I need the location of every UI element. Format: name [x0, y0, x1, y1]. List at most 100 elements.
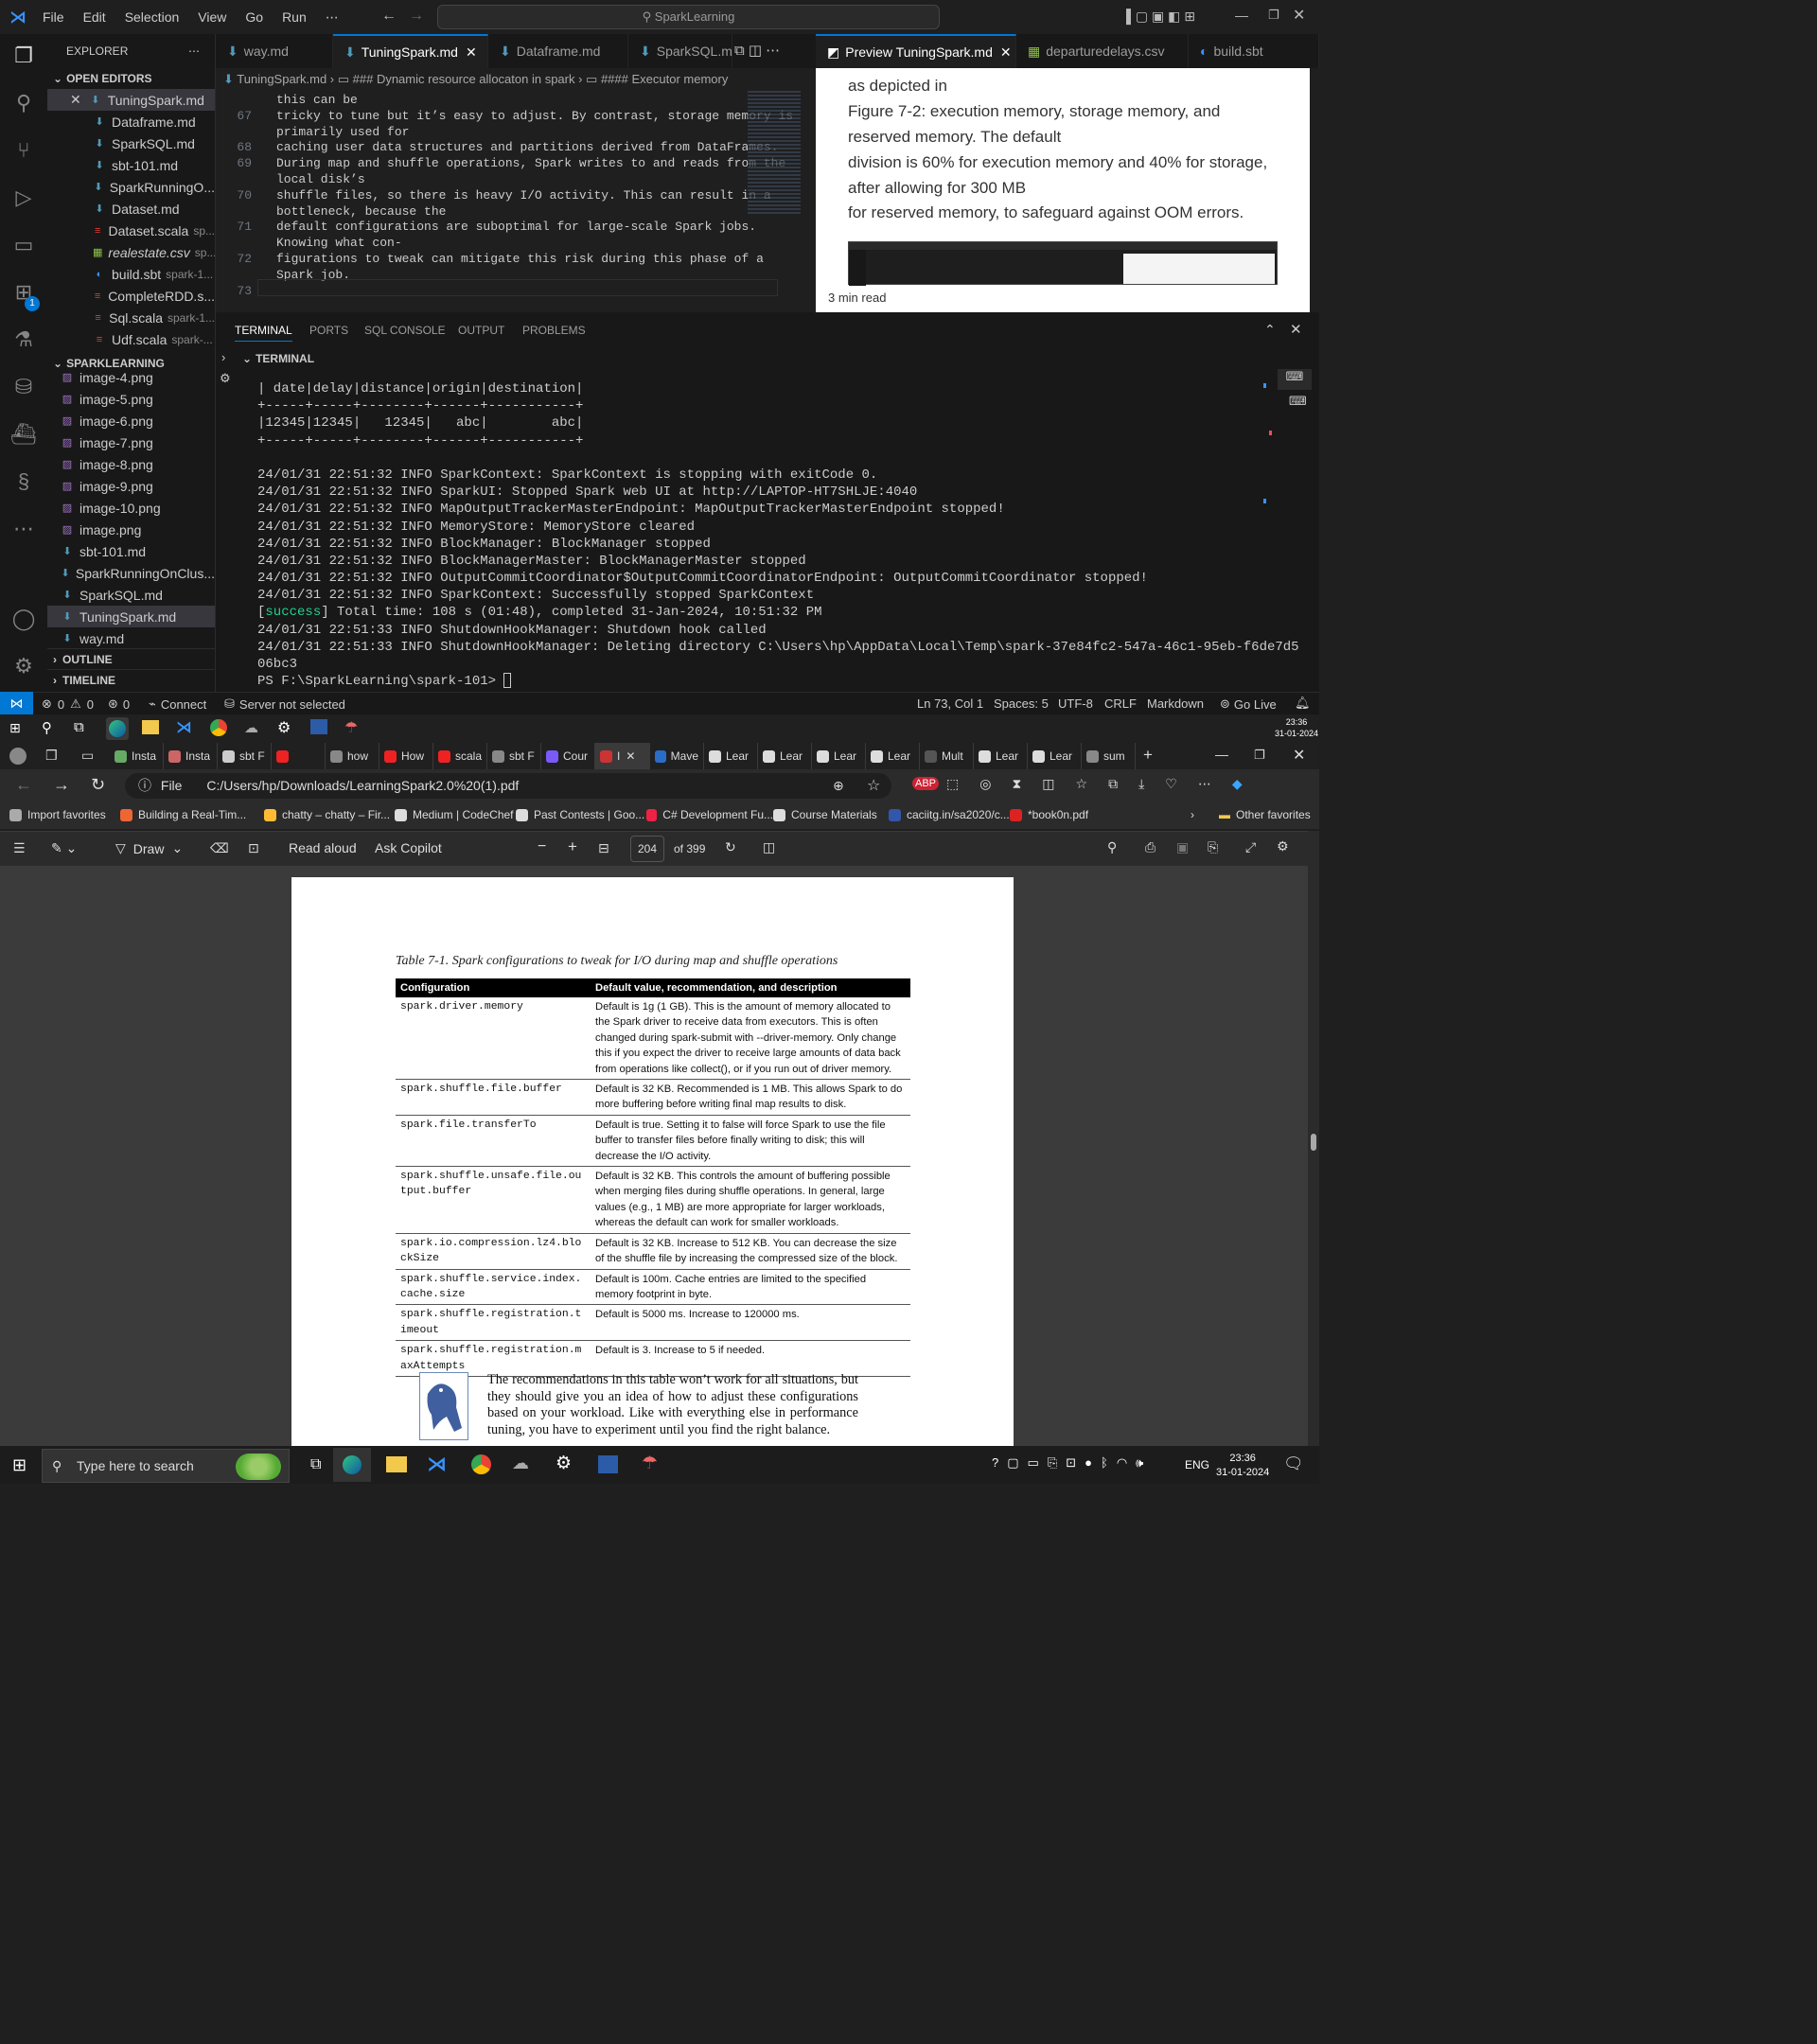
search-icon[interactable]: ⚲	[9, 91, 38, 119]
tray-icon[interactable]: ▢	[1007, 1455, 1018, 1471]
server-status[interactable]: ⛁ Server not selected	[224, 696, 345, 712]
browser-tab[interactable]: Lear	[866, 743, 920, 769]
open-editor-item[interactable]: ⬇ Dataframe.md	[47, 111, 215, 132]
tray-icon[interactable]: ●	[1085, 1455, 1092, 1471]
info-icon[interactable]: ⓘ	[138, 778, 151, 793]
tab-departuredelays-csv[interactable]: ▦ departuredelays.csv	[1016, 34, 1189, 68]
edge-app-icon[interactable]	[106, 717, 129, 740]
fit-page-icon[interactable]: ⊟	[598, 840, 609, 856]
fullscreen-icon[interactable]: ⤢	[1245, 839, 1256, 855]
more-icon[interactable]: ⋯	[9, 517, 38, 545]
menu-item[interactable]: ⋯	[326, 9, 339, 26]
forward-arrow-icon[interactable]: →	[409, 8, 424, 25]
system-tray[interactable]: ? ▢ ▭ ⎘ ⊡ ● ᛒ ◠ 🕪︎	[992, 1455, 1143, 1471]
maximize-panel-icon[interactable]: ⌃	[1264, 322, 1276, 338]
minimap[interactable]	[748, 91, 801, 214]
favorite-item[interactable]: Course Materials	[773, 808, 889, 821]
taskbar-search-box[interactable]: ⚲ Type here to search	[42, 1449, 290, 1483]
remote-indicator-icon[interactable]: ⋈	[0, 692, 33, 714]
app-icon[interactable]: ☂	[642, 1453, 658, 1474]
back-arrow-icon[interactable]: ←	[381, 8, 397, 25]
file-tree-item[interactable]: ▨ image-10.png	[47, 497, 215, 519]
scrollbar-thumb[interactable]	[1311, 1134, 1316, 1151]
file-tree-item[interactable]: ⬇ SparkSQL.md	[47, 584, 215, 606]
close-panel-icon[interactable]: ✕	[1290, 321, 1302, 338]
tab-actions-icon[interactable]: ▭	[81, 748, 94, 764]
draw-button[interactable]: ▽ Draw ⌄	[115, 840, 183, 856]
tab-sparksql-md[interactable]: ⬇ SparkSQL.m	[628, 34, 732, 68]
powershell-app-icon[interactable]	[310, 719, 327, 734]
browser-minimize-button[interactable]: —	[1215, 747, 1228, 762]
open-editor-item[interactable]: ⬇ Dataset.md	[47, 198, 215, 220]
source-control-icon[interactable]: ⑂	[9, 138, 38, 167]
panel-tab[interactable]: SQL CONSOLE	[364, 324, 446, 337]
app-icon[interactable]: ☁	[244, 719, 258, 736]
workspaces-icon[interactable]: ❒	[45, 748, 58, 764]
panel-tab[interactable]: TERMINAL	[235, 324, 292, 342]
open-editor-item[interactable]: ◐ build.sbt spark-1...	[47, 263, 215, 285]
panel-tab[interactable]: PORTS	[309, 324, 348, 337]
read-aloud-button[interactable]: Read aloud	[289, 840, 357, 855]
address-bar[interactable]: ⓘ File C:/Users/hp/Downloads/LearningSpa…	[125, 773, 891, 799]
file-tree-item[interactable]: ▨ image-6.png	[47, 410, 215, 432]
favorite-item[interactable]: C# Development Fu...	[646, 808, 773, 821]
terminal-instance-icon[interactable]: ⌨	[1289, 394, 1307, 409]
browser-tab[interactable]: Lear	[1028, 743, 1082, 769]
open-editor-item[interactable]: ≡ Udf.scala spark-...	[47, 328, 215, 350]
settings-app-icon[interactable]: ⚙	[277, 718, 291, 737]
browser-restore-button[interactable]: ❐	[1254, 748, 1265, 763]
breadcrumb-item[interactable]: #### Executor memory	[601, 72, 728, 86]
extension-icon[interactable]: ◎	[979, 776, 991, 792]
open-editor-item[interactable]: ⬇ SparkRunningO...	[47, 176, 215, 198]
eraser-icon[interactable]: ⌫	[210, 840, 229, 856]
markdown-preview[interactable]: as depicted in Figure 7-2: execution mem…	[816, 68, 1310, 312]
breadcrumb-item[interactable]: ### Dynamic resource allocaton in spark	[353, 72, 575, 86]
code-editor[interactable]: this can be 67 tricky to tune but it’s eas…	[216, 91, 816, 312]
close-icon[interactable]: ✕	[626, 749, 635, 763]
file-tree-item[interactable]: ▨ image-8.png	[47, 453, 215, 475]
browser-close-button[interactable]: ✕	[1293, 746, 1305, 765]
terminal-section-header[interactable]: ⌄ TERMINAL	[242, 352, 314, 365]
file-tree-item[interactable]: ▨ image-9.png	[47, 475, 215, 497]
browser-tab[interactable]: Mult	[920, 743, 974, 769]
open-editor-item[interactable]: ⬇ SparkSQL.md	[47, 132, 215, 154]
pdf-scrollbar[interactable]	[1308, 831, 1319, 1446]
browser-tab[interactable]: Cour	[541, 743, 595, 769]
downloads-icon[interactable]: ⤓	[1138, 776, 1144, 792]
tray-icon[interactable]: ⊡	[1066, 1455, 1076, 1471]
task-view-icon[interactable]: ⧉	[310, 1456, 321, 1473]
editor-actions[interactable]: ⧉ ◫ ⋯	[734, 42, 780, 59]
encoding-status[interactable]: UTF-8	[1058, 696, 1093, 711]
run-debug-icon[interactable]: ▷	[9, 185, 38, 214]
browser-tab[interactable]: Mave	[650, 743, 704, 769]
menu-item[interactable]: View	[198, 9, 226, 26]
browser-tab[interactable]: scala	[433, 743, 487, 769]
browser-tab[interactable]: Insta	[110, 743, 164, 769]
app-icon[interactable]: ☁	[512, 1454, 529, 1473]
browser-tab[interactable]: sbt F	[218, 743, 272, 769]
open-editor-item[interactable]: ▦ realestate.csv sp...	[47, 241, 215, 263]
chevron-right-icon[interactable]: ›	[221, 350, 225, 364]
window-close-button[interactable]: ✕	[1293, 6, 1305, 25]
menu-item[interactable]: Go	[245, 9, 263, 26]
notification-center-icon[interactable]: 🗨︎	[1283, 1454, 1304, 1473]
remote-explorer-icon[interactable]: ▭	[9, 233, 38, 261]
window-minimize-button[interactable]: —	[1235, 8, 1248, 23]
browser-tab[interactable]: sum	[1082, 743, 1136, 769]
bluetooth-icon[interactable]: ᛒ	[1101, 1455, 1108, 1471]
terminal-instance-icon[interactable]: ⌨	[1278, 369, 1312, 390]
menu-item[interactable]: Edit	[83, 9, 106, 26]
favorite-item[interactable]: Building a Real-Tim...	[120, 808, 264, 821]
favorite-item[interactable]: *book0n.pdf	[1010, 808, 1104, 821]
browser-tab[interactable]: Lear	[758, 743, 812, 769]
browser-tab[interactable]: Lear	[974, 743, 1028, 769]
menu-item[interactable]: Run	[282, 9, 307, 26]
notifications-icon[interactable]: 🔔︎	[1295, 696, 1311, 711]
file-tree-item[interactable]: ▨ image-7.png	[47, 432, 215, 453]
back-arrow-icon[interactable]: ←	[15, 775, 32, 795]
ask-copilot-button[interactable]: Ask Copilot	[375, 840, 442, 855]
chrome-app-icon[interactable]	[210, 719, 227, 736]
profile-avatar[interactable]	[9, 748, 26, 765]
connect-status[interactable]: ⌁ Connect	[149, 696, 206, 712]
panel-tab[interactable]: OUTPUT	[458, 324, 504, 337]
